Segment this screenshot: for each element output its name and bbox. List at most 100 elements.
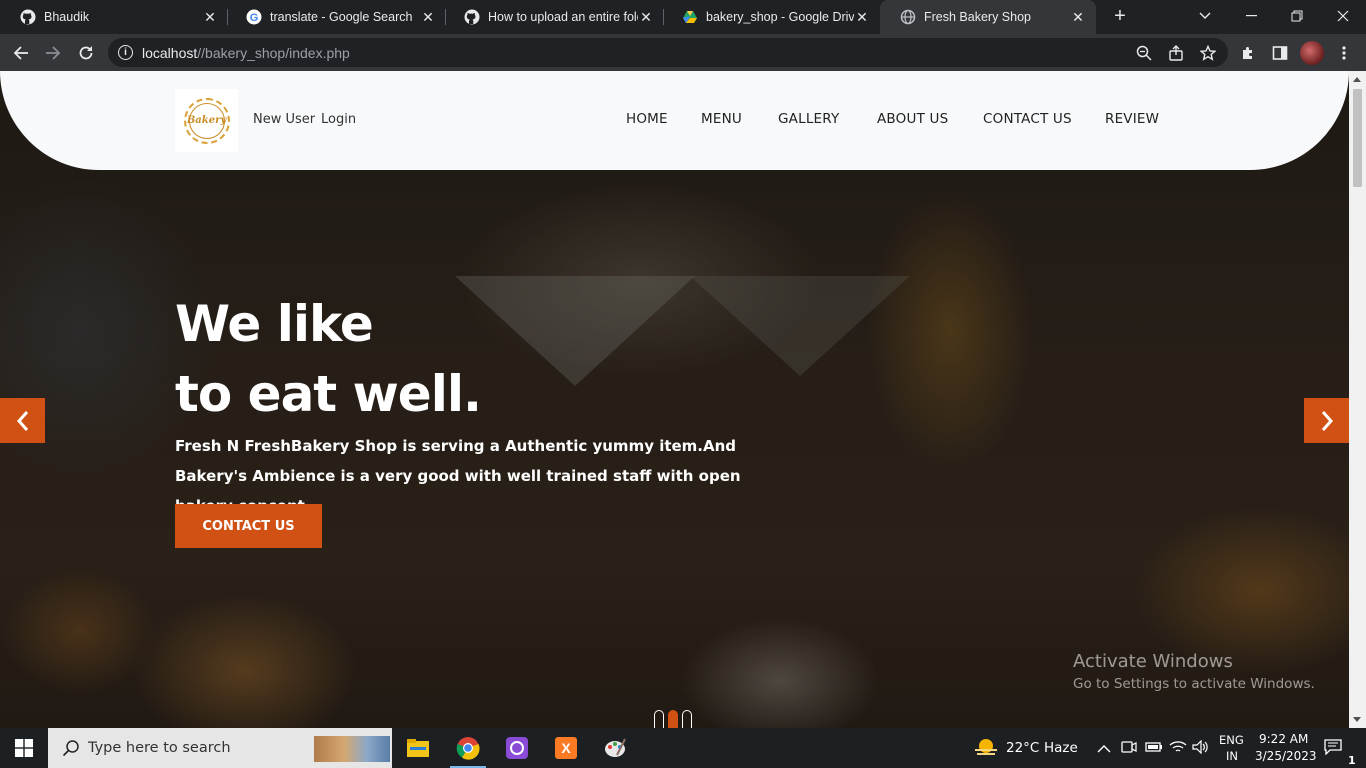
tab-bhaudik[interactable]: Bhaudik ✕ [0,0,228,34]
contact-us-button[interactable]: CONTACT US [175,504,322,548]
close-tab-icon[interactable]: ✕ [638,9,654,25]
logo-text: Bakery [187,102,226,139]
nav-contact-us[interactable]: CONTACT US [983,111,1072,127]
tab-strip: Bhaudik ✕ G translate - Google Search ✕ … [0,0,1366,34]
github-icon [20,9,36,25]
scroll-thumb[interactable] [1353,89,1362,187]
more-menu-icon[interactable] [1331,40,1357,66]
xampp-icon[interactable]: X [542,728,590,768]
volume-icon[interactable] [1192,739,1210,759]
browser-toolbar: i localhost//bakery_shop/index.php [0,34,1366,71]
windows-start-icon[interactable] [0,728,48,768]
close-window-button[interactable] [1320,0,1366,32]
weather-condition[interactable]: Haze [1044,740,1078,756]
profile-avatar[interactable] [1300,41,1324,65]
google-drive-icon [682,9,698,25]
carousel-next-button[interactable] [1304,398,1349,443]
language-region[interactable]: IN [1226,749,1238,763]
new-user-link[interactable]: New User [253,112,315,127]
headline-line-1: We like [175,295,374,353]
language-code[interactable]: ENG [1219,733,1244,747]
login-link[interactable]: Login [321,112,356,127]
reload-button[interactable] [73,40,99,66]
tab-title: translate - Google Search [270,10,413,24]
search-highlight-image [314,736,390,762]
notification-center-icon[interactable] [1324,739,1342,760]
taskbar-search-box[interactable]: Type here to search [48,728,392,768]
site-info-icon[interactable]: i [118,45,133,60]
watermark-title: Activate Windows [1073,651,1233,672]
carousel-indicator-3[interactable] [682,710,692,728]
tab-upload-folder[interactable]: How to upload an entire fold ✕ [444,0,664,34]
weather-icon[interactable] [973,737,999,764]
back-button[interactable] [8,40,34,66]
hero-headline: We like to eat well. [175,289,482,429]
file-explorer-icon[interactable] [394,728,442,768]
tab-title: Bhaudik [44,10,90,24]
carousel-indicator-1[interactable] [654,710,664,728]
clock-date[interactable]: 3/25/2023 [1255,749,1317,763]
tab-translate[interactable]: G translate - Google Search ✕ [226,0,446,34]
meet-now-icon[interactable] [1121,740,1137,759]
bookmark-star-icon[interactable] [1198,43,1218,63]
site-header: Bakery New User Login HOME MENU GALLERY … [0,71,1349,170]
svg-text:G: G [250,12,259,24]
nav-about-us[interactable]: ABOUT US [877,111,948,127]
watermark-subtitle: Go to Settings to activate Windows. [1073,676,1315,692]
bakery-logo[interactable]: Bakery [175,89,238,152]
forward-button[interactable] [40,40,66,66]
extensions-icon[interactable] [1235,40,1261,66]
url-path: //bakery_shop/index.php [197,45,350,61]
notification-count: 1 [1348,754,1356,767]
minimize-button[interactable] [1228,0,1274,32]
headline-line-2: to eat well. [175,365,482,423]
wifi-icon[interactable] [1169,740,1187,759]
close-tab-icon[interactable]: ✕ [420,9,436,25]
svg-text:X: X [561,740,571,756]
url-host: localhost [142,45,198,61]
google-icon: G [246,9,262,25]
nav-home[interactable]: HOME [626,111,668,127]
tab-fresh-bakery-shop[interactable]: Fresh Bakery Shop ✕ [880,0,1096,34]
scroll-down-icon[interactable] [1353,717,1361,722]
tab-google-drive[interactable]: bakery_shop - Google Drive ✕ [662,0,880,34]
search-placeholder: Type here to search [88,740,231,756]
scroll-up-icon[interactable] [1353,77,1361,82]
nav-review[interactable]: REVIEW [1105,111,1159,127]
address-bar[interactable]: i localhost//bakery_shop/index.php [108,38,1228,67]
side-panel-icon[interactable] [1267,40,1293,66]
zoom-icon[interactable] [1134,43,1154,63]
new-tab-button[interactable]: + [1108,4,1132,28]
carousel-prev-button[interactable] [0,398,45,443]
restore-button[interactable] [1274,0,1320,32]
globe-icon [900,9,916,25]
chevron-right-icon [1321,410,1333,431]
chevron-left-icon [16,410,28,431]
battery-icon[interactable] [1145,740,1163,759]
activate-windows-watermark: Activate Windows Go to Settings to activ… [1073,651,1315,692]
weather-temperature[interactable]: 22°C [1006,740,1039,756]
tab-title: How to upload an entire fold [488,10,638,24]
share-icon[interactable] [1166,43,1186,63]
tab-title: Fresh Bakery Shop [924,10,1031,24]
github-desktop-icon[interactable] [493,728,541,768]
chrome-icon[interactable] [444,728,492,768]
paint-icon[interactable] [591,728,639,768]
nav-menu[interactable]: MENU [701,111,742,127]
close-tab-icon[interactable]: ✕ [854,9,870,25]
github-icon [464,9,480,25]
clock-time[interactable]: 9:22 AM [1259,732,1308,746]
carousel-indicators [654,710,692,728]
tab-search-icon[interactable] [1182,0,1228,32]
close-tab-icon[interactable]: ✕ [202,9,218,25]
url-text: localhost//bakery_shop/index.php [142,45,350,61]
page-scrollbar[interactable] [1349,71,1366,728]
nav-gallery[interactable]: GALLERY [778,111,839,127]
chevron-up-icon[interactable] [1097,741,1111,759]
page-viewport: Bakery New User Login HOME MENU GALLERY … [0,71,1349,728]
tab-title: bakery_shop - Google Drive [706,10,854,24]
windows-taskbar: Type here to search X 22°C Haze ENG IN 9… [0,728,1366,768]
close-tab-icon[interactable]: ✕ [1070,9,1086,25]
search-icon [60,737,82,759]
carousel-indicator-2[interactable] [668,710,678,728]
